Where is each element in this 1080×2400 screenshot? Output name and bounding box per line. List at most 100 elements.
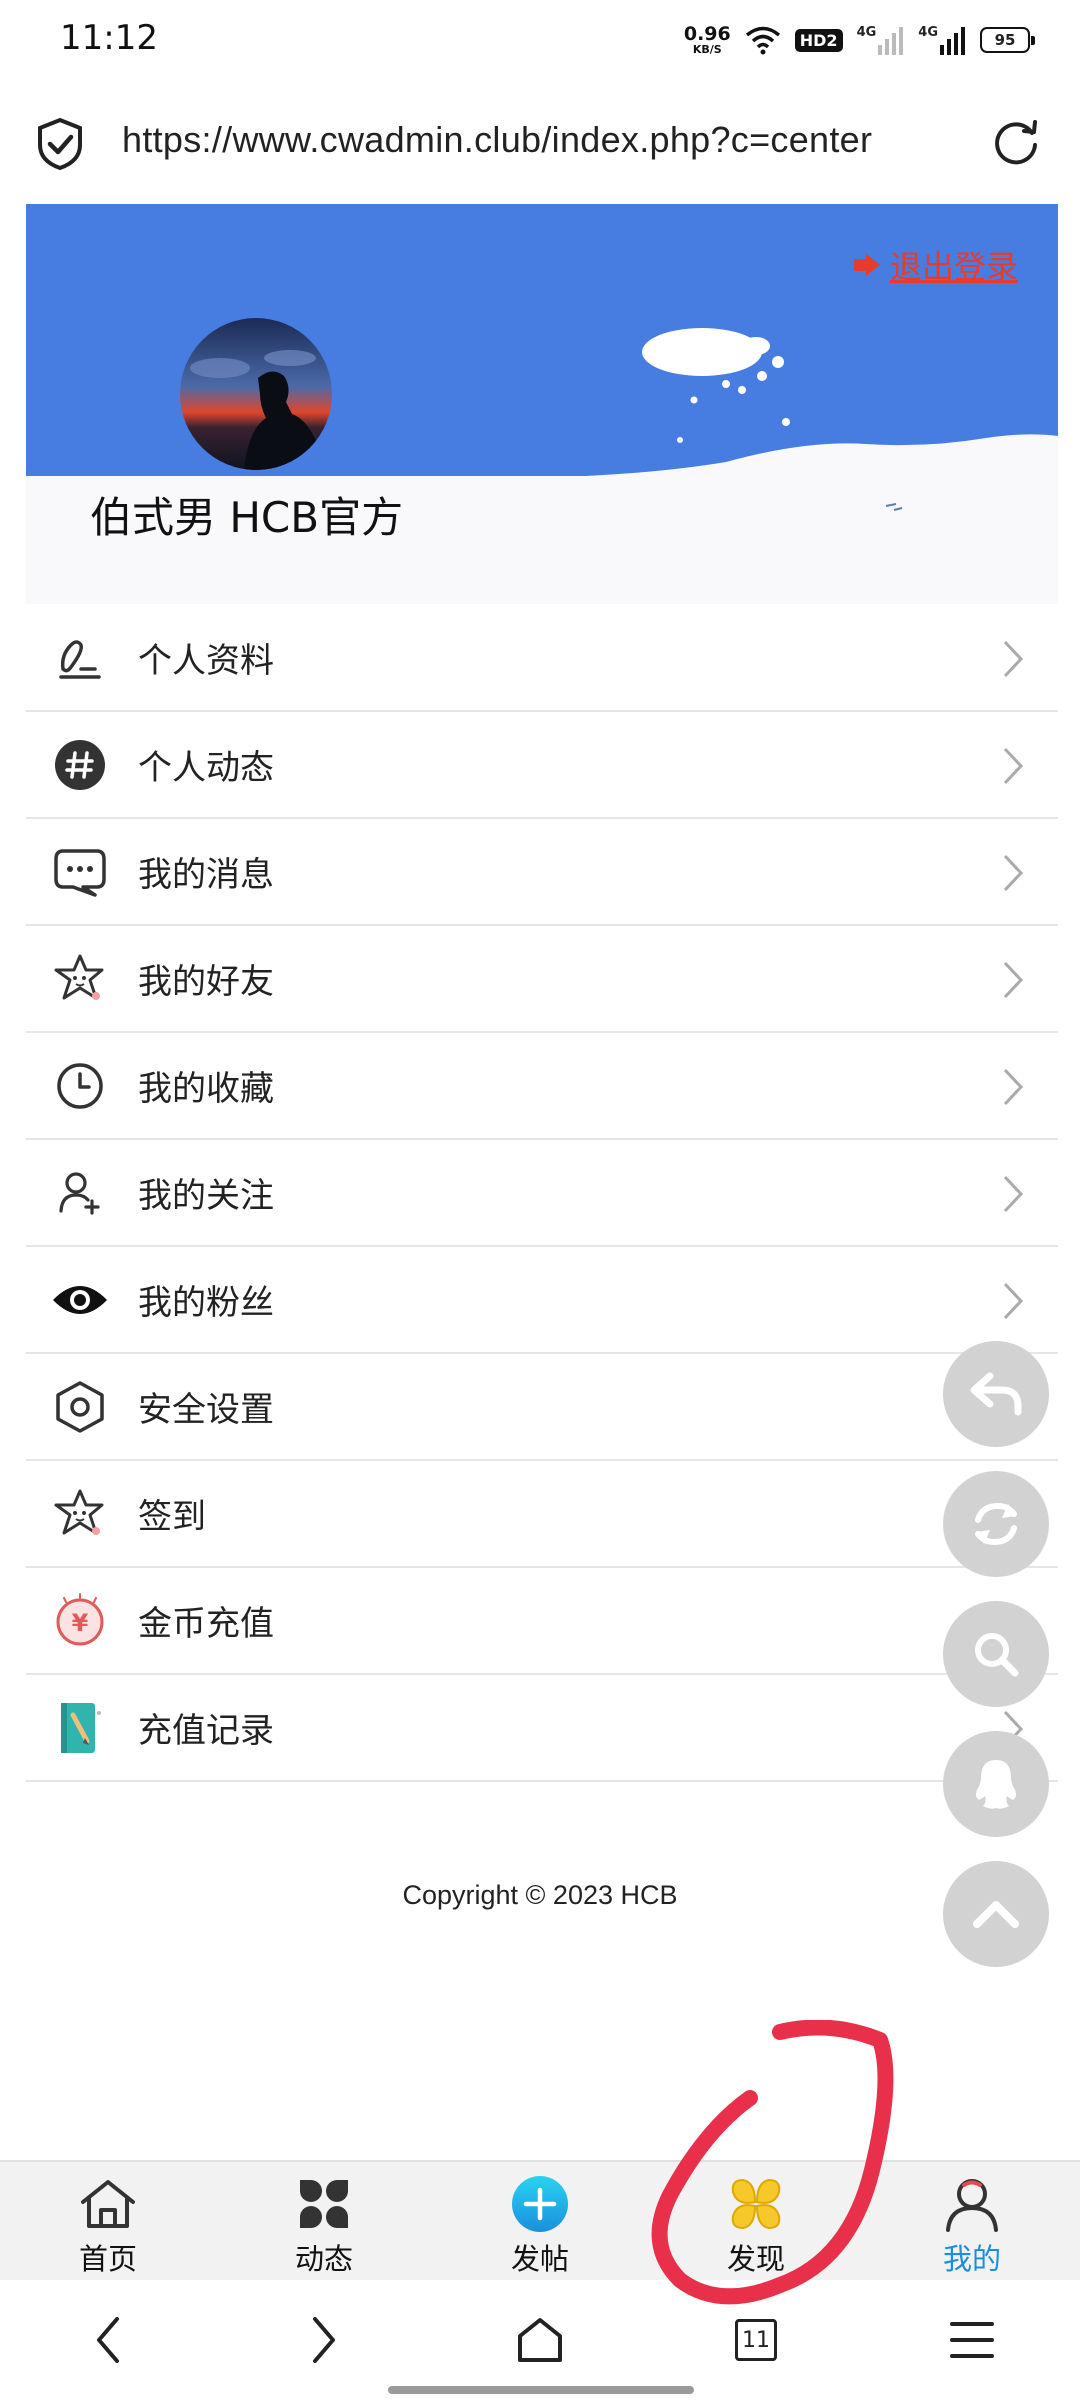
nav-home[interactable]: 首页 xyxy=(0,2162,216,2282)
signal-1-icon: 4G xyxy=(857,25,905,55)
star-face-icon xyxy=(50,949,110,1009)
chevron-right-icon xyxy=(1003,854,1024,892)
nav-feed[interactable]: 动态 xyxy=(216,2162,432,2282)
refresh-button[interactable] xyxy=(943,1471,1049,1577)
menu-item-label: 金币充值 xyxy=(138,1604,274,1644)
svg-text:¥: ¥ xyxy=(72,1609,89,1637)
logout-link[interactable]: 退出登录 xyxy=(852,242,1018,288)
browser-back-button[interactable] xyxy=(78,2310,138,2370)
menu-item-profile[interactable]: 个人资料 xyxy=(26,605,1058,712)
menu-item-label: 签到 xyxy=(138,1497,206,1537)
menu-item-activity[interactable]: 个人动态 xyxy=(26,712,1058,819)
menu-item-label: 我的好友 xyxy=(138,962,274,1002)
browser-home-button[interactable] xyxy=(510,2310,570,2370)
nav-mine[interactable]: 我的 xyxy=(864,2162,1080,2282)
menu-item-label: 我的关注 xyxy=(138,1176,274,1216)
notebook-icon xyxy=(50,1698,110,1758)
browser-nav: 11 xyxy=(0,2280,1080,2400)
edit-icon xyxy=(50,628,110,688)
plus-circle-icon xyxy=(510,2176,570,2232)
browser-menu-button[interactable] xyxy=(942,2310,1002,2370)
back-button[interactable] xyxy=(943,1341,1049,1447)
nav-discover[interactable]: 发现 xyxy=(648,2162,864,2282)
qq-button[interactable] xyxy=(943,1731,1049,1837)
status-time: 11:12 xyxy=(60,18,158,58)
clock-icon xyxy=(50,1056,110,1116)
menu-item-label: 我的收藏 xyxy=(138,1069,274,1109)
search-icon xyxy=(975,1633,1019,1677)
menu-item-label: 个人动态 xyxy=(138,748,274,788)
nav-label: 首页 xyxy=(78,2242,137,2276)
hashtag-icon xyxy=(50,735,110,795)
chevron-right-icon xyxy=(1003,747,1024,785)
menu-item-label: 安全设置 xyxy=(138,1390,274,1430)
user-plus-icon xyxy=(50,1163,110,1223)
nav-label: 发现 xyxy=(726,2242,785,2276)
logout-icon xyxy=(853,254,880,276)
logout-label: 退出登录 xyxy=(889,248,1018,286)
search-button[interactable] xyxy=(943,1601,1049,1707)
eye-icon xyxy=(50,1270,110,1330)
nav-post[interactable]: 发帖 xyxy=(432,2162,648,2282)
reload-icon[interactable] xyxy=(990,117,1042,169)
menu-item-messages[interactable]: 我的消息 xyxy=(26,819,1058,926)
nav-label: 我的 xyxy=(942,2242,1001,2276)
chevron-right-icon xyxy=(1003,1068,1024,1106)
network-speed-unit: KB/S xyxy=(692,43,722,56)
star-face-icon xyxy=(50,1484,110,1544)
avatar[interactable] xyxy=(180,318,332,470)
menu-item-recharge-history[interactable]: 充值记录 xyxy=(26,1675,1058,1782)
home-indicator[interactable] xyxy=(388,2386,694,2394)
user-icon xyxy=(942,2176,1002,2232)
scroll-top-button[interactable] xyxy=(943,1861,1049,1967)
scroll-top-icon xyxy=(973,1901,1019,1928)
menu-list: 个人资料 个人动态 我的消息 我的好友 我的收藏 我的关注 我的粉丝 安全设置 … xyxy=(26,605,1058,1782)
chevron-left-icon xyxy=(97,2317,119,2363)
nav-label: 发帖 xyxy=(510,2242,569,2276)
coin-icon: ¥ xyxy=(50,1591,110,1651)
grid-clover-icon xyxy=(294,2176,354,2232)
chevron-right-icon xyxy=(313,2317,335,2363)
menu-item-security[interactable]: 安全设置 xyxy=(26,1354,1058,1461)
menu-item-recharge[interactable]: ¥ 金币充值 xyxy=(26,1568,1058,1675)
hd-badge: HD2 xyxy=(794,28,843,52)
network-speed-value: 0.96 xyxy=(683,23,731,45)
url-bar: https://www.cwadmin.club/index.php?c=cen… xyxy=(0,95,1080,190)
browser-tabs-button[interactable]: 11 xyxy=(726,2310,786,2370)
message-icon xyxy=(50,842,110,902)
chevron-right-icon xyxy=(1003,1282,1024,1320)
menu-item-checkin[interactable]: 签到 xyxy=(26,1461,1058,1568)
wifi-icon xyxy=(745,26,780,55)
refresh-icon xyxy=(975,1502,1017,1546)
home-outline-icon xyxy=(518,2318,562,2362)
status-bar: 11:12 0.96 KB/S HD2 4G 4G 95 xyxy=(0,0,1080,80)
clover-icon xyxy=(726,2176,786,2232)
network-type-1: 4G xyxy=(856,25,877,40)
menu-item-fans[interactable]: 我的粉丝 xyxy=(26,1247,1058,1354)
chevron-right-icon xyxy=(1003,640,1024,678)
copyright-text: Copyright © 2023 HCB xyxy=(402,1880,678,1910)
menu-item-favorites[interactable]: 我的收藏 xyxy=(26,1033,1058,1140)
url-text[interactable]: https://www.cwadmin.club/index.php?c=cen… xyxy=(122,119,872,161)
signal-2-icon: 4G xyxy=(918,25,966,55)
shield-check-icon[interactable] xyxy=(36,117,84,171)
menu-item-label: 我的粉丝 xyxy=(138,1283,274,1323)
chevron-right-icon xyxy=(1003,961,1024,999)
hexagon-settings-icon xyxy=(50,1377,110,1437)
back-icon xyxy=(970,1372,1022,1416)
avatar-image xyxy=(180,318,332,470)
menu-item-following[interactable]: 我的关注 xyxy=(26,1140,1058,1247)
menu-item-label: 充值记录 xyxy=(138,1711,274,1751)
profile-header: 退出登录 伯式男 HCB官方 xyxy=(26,204,1058,604)
status-icons: 0.96 KB/S HD2 4G 4G 95 xyxy=(683,20,1035,60)
network-speed: 0.96 KB/S xyxy=(683,23,731,56)
battery-level: 95 xyxy=(994,31,1016,49)
bottom-nav: 首页 动态 发帖 发现 我的 xyxy=(0,2160,1080,2280)
home-icon xyxy=(78,2176,138,2232)
browser-forward-button[interactable] xyxy=(294,2310,354,2370)
tabs-icon: 11 xyxy=(735,2319,777,2361)
username: 伯式男 HCB官方 xyxy=(90,493,404,542)
menu-item-friends[interactable]: 我的好友 xyxy=(26,926,1058,1033)
menu-item-label: 个人资料 xyxy=(138,641,274,681)
qq-icon xyxy=(976,1760,1016,1809)
